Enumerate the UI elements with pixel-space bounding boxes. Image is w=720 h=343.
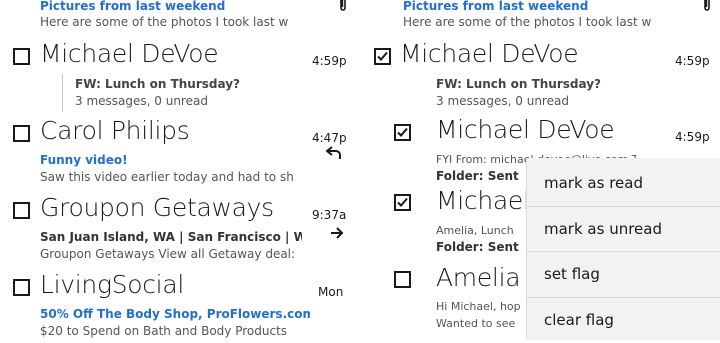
menu-item-mark-as-read[interactable]: mark as read: [527, 160, 720, 206]
select-checkbox[interactable]: [13, 125, 30, 142]
email-time: 4:59p: [675, 54, 710, 68]
email-subject: 50% Off The Body Shop, ProFlowers.com: [40, 307, 310, 321]
email-subject: FW: Lunch on Thursday?: [436, 77, 602, 91]
email-sender: Michael DeVoe: [40, 39, 219, 68]
email-subject: Funny video!: [40, 153, 128, 167]
folder-label: Folder: Sent: [436, 240, 519, 254]
select-checkbox[interactable]: [394, 271, 411, 288]
select-checkbox[interactable]: [13, 48, 30, 65]
menu-item-mark-as-unread[interactable]: mark as unread: [527, 206, 720, 252]
email-time: 4:59p: [675, 130, 710, 144]
email-sender: Michael: [436, 186, 530, 215]
email-subject[interactable]: Pictures from last weekend: [403, 0, 673, 13]
reply-icon: [325, 146, 342, 164]
email-time: 4:47p: [312, 131, 347, 145]
email-time: 9:37a: [312, 208, 347, 222]
email-preview: Here are some of the photos I took last …: [40, 15, 289, 29]
select-checkbox-checked[interactable]: [394, 124, 411, 141]
email-sender: Michael DeVoe: [436, 115, 615, 144]
email-subject: San Juan Island, WA | San Francisco | Wi…: [40, 230, 302, 244]
email-sender: Michael DeVoe: [400, 39, 579, 68]
email-preview: 3 messages, 0 unread: [436, 94, 569, 108]
select-checkbox-checked[interactable]: [394, 194, 411, 211]
email-preview: Saw this video earlier today and had to …: [40, 170, 294, 184]
email-preview: Groupon Getaways View all Getaway deal:: [40, 247, 296, 261]
folder-label: Folder: Sent: [436, 169, 519, 183]
email-preview: Here are some of the photos I took last …: [403, 15, 652, 29]
email-preview-line2: Wanted to see: [436, 317, 516, 330]
select-checkbox[interactable]: [13, 279, 30, 296]
left-email-list: Pictures from last weekend Here are some…: [0, 0, 360, 340]
email-subject[interactable]: Pictures from last weekend: [40, 0, 310, 13]
email-subject: FW: Lunch on Thursday?: [75, 77, 241, 91]
email-sender: Amelia /: [436, 263, 537, 292]
context-menu: mark as read mark as unread set flag cle…: [526, 158, 720, 340]
email-time: 4:59p: [312, 54, 347, 68]
menu-item-clear-flag[interactable]: clear flag: [527, 297, 720, 343]
email-preview: $20 to Spend on Bath and Body Products: [40, 324, 288, 338]
email-time: Mon: [318, 285, 344, 299]
email-preview: Amelia, Lunch: [436, 224, 514, 237]
forward-icon: [330, 225, 344, 243]
email-sender: Groupon Getaways: [40, 193, 274, 222]
menu-item-set-flag[interactable]: set flag: [527, 251, 720, 297]
email-sender: LivingSocial: [40, 270, 184, 299]
paperclip-icon: [702, 0, 712, 17]
email-sender: Carol Philips: [40, 116, 190, 145]
thread-line: [62, 74, 63, 112]
paperclip-icon: [338, 0, 348, 17]
email-preview: Hi Michael, hop: [436, 300, 521, 313]
select-checkbox[interactable]: [13, 202, 30, 219]
email-preview: 3 messages, 0 unread: [75, 94, 208, 108]
select-checkbox-checked[interactable]: [374, 48, 391, 65]
